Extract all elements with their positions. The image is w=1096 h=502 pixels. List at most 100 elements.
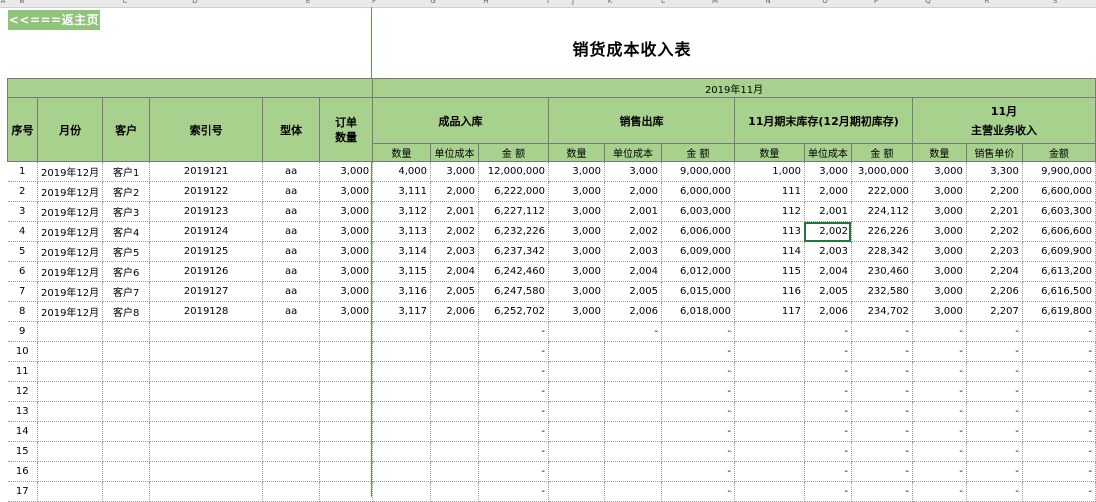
income-unit-price-cell[interactable]: - (966, 421, 1023, 442)
stock-qty-cell[interactable] (734, 441, 805, 462)
out-unit-cost-cell[interactable] (604, 401, 662, 422)
stock-qty-cell[interactable]: 1,000 (734, 161, 805, 182)
out-qty-cell[interactable] (548, 481, 605, 502)
out-unit-cost-cell[interactable]: 2,000 (604, 181, 662, 202)
model-cell[interactable]: aa (262, 301, 321, 322)
income-amount-cell[interactable]: 6,609,900 (1022, 241, 1096, 262)
out-qty-cell[interactable] (548, 461, 605, 482)
income-qty-cell[interactable]: - (912, 381, 967, 402)
model-cell[interactable] (262, 441, 321, 462)
stock-unit-cost-cell[interactable]: - (804, 321, 852, 342)
stock-qty-cell[interactable]: 117 (734, 301, 805, 322)
stock-qty-cell[interactable] (734, 481, 805, 502)
month-cell[interactable]: 2019年12月 (37, 301, 104, 322)
column-letter-o[interactable]: O (822, 0, 828, 5)
column-letter-c[interactable]: C (123, 0, 128, 5)
in-unit-cost-cell[interactable] (430, 441, 480, 462)
model-cell[interactable] (262, 341, 321, 362)
index-no-cell[interactable]: 2019124 (149, 221, 264, 242)
stock-qty-cell[interactable]: 115 (734, 261, 805, 282)
in-unit-cost-cell[interactable] (430, 321, 480, 342)
out-qty-cell[interactable]: 3,000 (548, 161, 605, 182)
customer-cell[interactable]: 客户3 (102, 201, 151, 222)
model-cell[interactable] (262, 381, 321, 402)
column-letter-l[interactable]: L (661, 0, 665, 5)
out-unit-cost-cell[interactable] (604, 421, 662, 442)
income-qty-cell[interactable]: 3,000 (912, 301, 967, 322)
stock-unit-cost-cell[interactable]: - (804, 441, 852, 462)
stock-qty-cell[interactable] (734, 381, 805, 402)
out-qty-cell[interactable] (548, 341, 605, 362)
model-cell[interactable] (262, 401, 321, 422)
out-qty-cell[interactable] (548, 321, 605, 342)
stock-qty-cell[interactable]: 111 (734, 181, 805, 202)
in-qty-cell[interactable] (372, 461, 432, 482)
in-amount-cell[interactable]: 6,227,112 (478, 201, 549, 222)
stock-unit-cost-cell[interactable]: 3,000 (804, 161, 852, 182)
out-unit-cost-cell[interactable]: - (604, 321, 662, 342)
customer-cell[interactable]: 客户5 (102, 241, 151, 262)
column-letter-q[interactable]: Q (925, 0, 931, 5)
order-qty-cell[interactable] (319, 381, 374, 402)
out-unit-cost-cell[interactable] (604, 361, 662, 382)
out-unit-cost-cell[interactable]: 2,004 (604, 261, 662, 282)
stock-unit-cost-cell[interactable]: - (804, 381, 852, 402)
column-letter-j[interactable]: J (572, 0, 574, 5)
customer-cell[interactable] (102, 441, 151, 462)
month-cell[interactable]: 2019年12月 (37, 221, 104, 242)
out-unit-cost-cell[interactable] (604, 461, 662, 482)
income-amount-cell[interactable]: 9,900,000 (1022, 161, 1096, 182)
in-amount-cell[interactable]: 12,000,000 (478, 161, 549, 182)
month-cell[interactable] (37, 441, 104, 462)
order-qty-cell[interactable]: 3,000 (319, 301, 374, 322)
column-letter-r[interactable]: R (985, 0, 990, 5)
out-qty-cell[interactable]: 3,000 (548, 221, 605, 242)
in-qty-cell[interactable] (372, 401, 432, 422)
index-no-cell[interactable]: 2019126 (149, 261, 264, 282)
stock-qty-cell[interactable]: 113 (734, 221, 805, 242)
income-amount-cell[interactable]: - (1022, 461, 1096, 482)
stock-qty-cell[interactable]: 114 (734, 241, 805, 262)
out-amount-cell[interactable]: - (661, 401, 735, 422)
income-unit-price-cell[interactable]: 2,202 (966, 221, 1023, 242)
income-unit-price-cell[interactable]: - (966, 321, 1023, 342)
column-letter-n[interactable]: N (765, 0, 770, 5)
stock-unit-cost-cell[interactable]: - (804, 401, 852, 422)
in-unit-cost-cell[interactable]: 2,005 (430, 281, 480, 302)
income-unit-price-cell[interactable]: - (966, 341, 1023, 362)
month-cell[interactable] (37, 461, 104, 482)
income-qty-cell[interactable]: 3,000 (912, 161, 967, 182)
stock-unit-cost-cell[interactable]: - (804, 461, 852, 482)
stock-qty-cell[interactable] (734, 461, 805, 482)
out-amount-cell[interactable]: - (661, 341, 735, 362)
income-unit-price-cell[interactable]: 2,201 (966, 201, 1023, 222)
income-unit-price-cell[interactable]: - (966, 461, 1023, 482)
in-unit-cost-cell[interactable] (430, 401, 480, 422)
out-unit-cost-cell[interactable] (604, 481, 662, 502)
customer-cell[interactable]: 客户2 (102, 181, 151, 202)
out-amount-cell[interactable]: - (661, 361, 735, 382)
stock-unit-cost-cell[interactable]: - (804, 481, 852, 502)
income-unit-price-cell[interactable]: 2,204 (966, 261, 1023, 282)
column-letter-m[interactable]: M (712, 0, 718, 5)
order-qty-cell[interactable]: 3,000 (319, 241, 374, 262)
column-letter-b[interactable]: B (20, 0, 25, 5)
income-amount-cell[interactable]: 6,603,300 (1022, 201, 1096, 222)
order-qty-cell[interactable]: 3,000 (319, 281, 374, 302)
in-unit-cost-cell[interactable] (430, 481, 480, 502)
out-qty-cell[interactable] (548, 401, 605, 422)
income-amount-cell[interactable]: - (1022, 441, 1096, 462)
seq-cell[interactable]: 9 (7, 321, 38, 342)
customer-cell[interactable]: 客户8 (102, 301, 151, 322)
stock-amount-cell[interactable]: 232,580 (851, 281, 913, 302)
seq-cell[interactable]: 10 (7, 341, 38, 362)
column-letter-h[interactable]: H (483, 0, 488, 5)
out-qty-cell[interactable]: 3,000 (548, 281, 605, 302)
out-unit-cost-cell[interactable]: 2,002 (604, 221, 662, 242)
stock-unit-cost-cell[interactable]: - (804, 361, 852, 382)
stock-amount-cell[interactable]: - (851, 381, 913, 402)
out-qty-cell[interactable] (548, 381, 605, 402)
month-cell[interactable]: 2019年12月 (37, 261, 104, 282)
model-cell[interactable]: aa (262, 261, 321, 282)
stock-amount-cell[interactable]: 228,342 (851, 241, 913, 262)
